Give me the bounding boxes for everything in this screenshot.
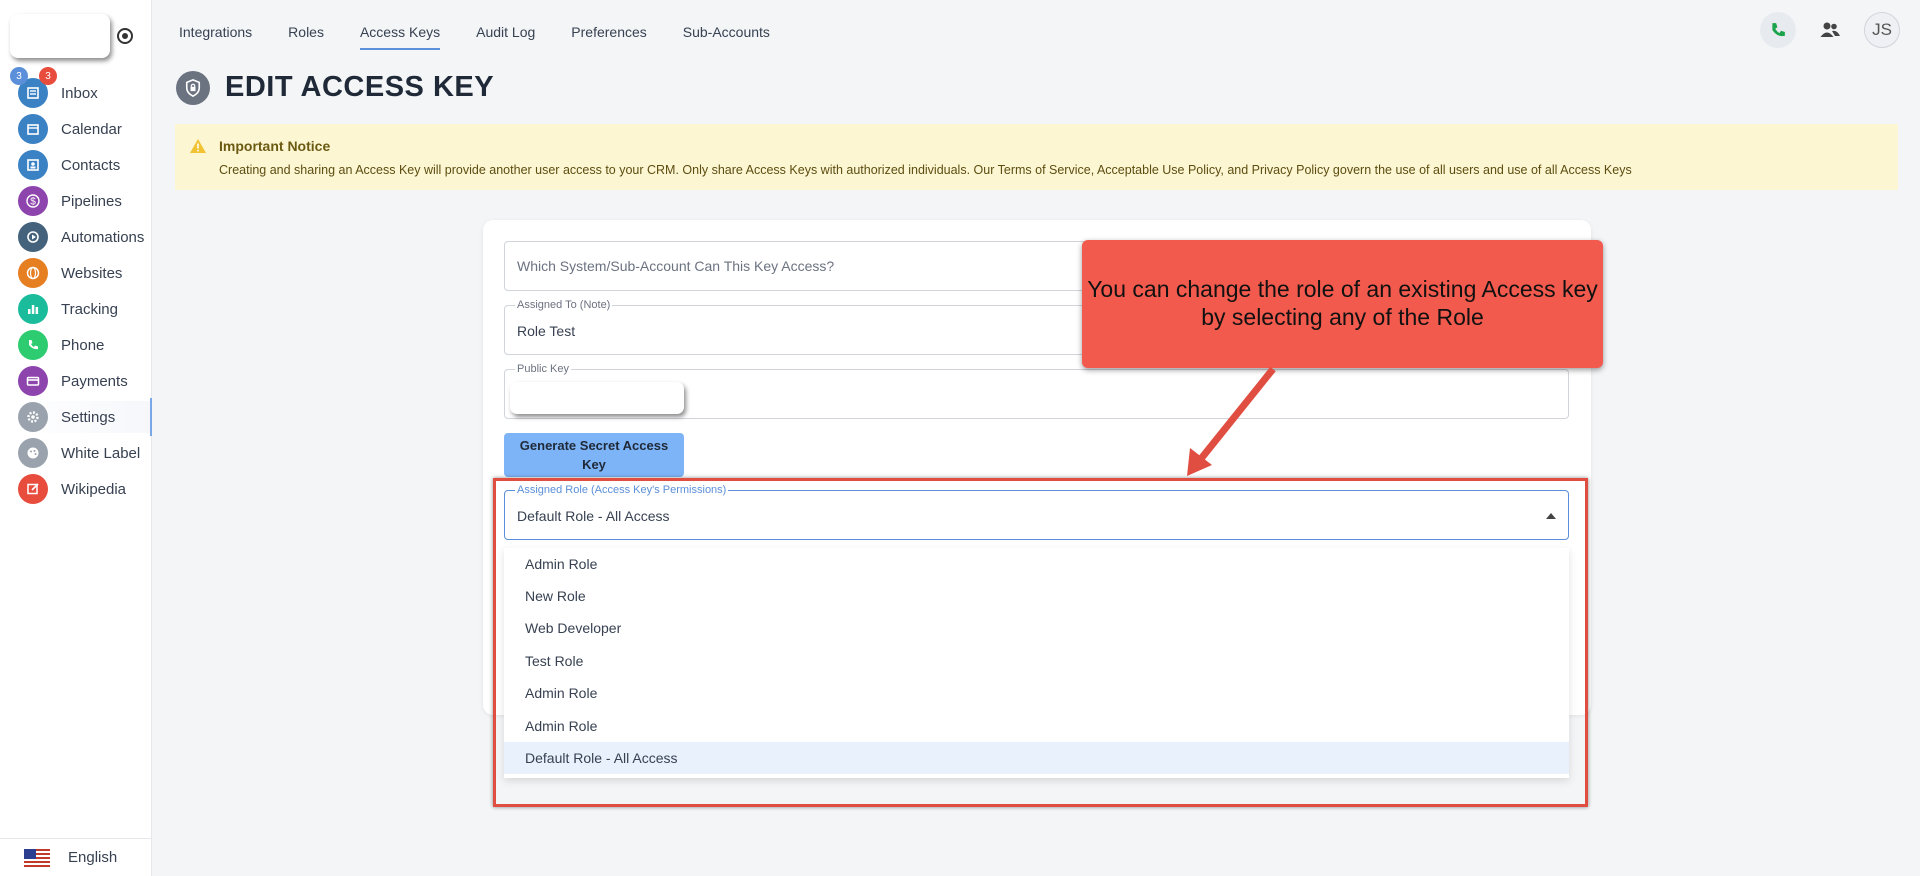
- phone-icon: [1772, 23, 1785, 37]
- sidebar-item-label: Inbox: [61, 84, 98, 102]
- tab-roles[interactable]: Roles: [288, 24, 324, 50]
- sidebar-item-pipelines[interactable]: $ Pipelines: [18, 185, 152, 217]
- svg-text:$: $: [30, 197, 36, 208]
- edit-icon: [18, 474, 48, 504]
- palette-icon: [18, 438, 48, 468]
- header-actions: JS: [1760, 12, 1900, 48]
- avatar[interactable]: JS: [1864, 12, 1900, 48]
- sidebar-item-white-label[interactable]: White Label: [18, 437, 152, 469]
- assigned-to-label: Assigned To (Note): [515, 299, 613, 311]
- inbox-icon: 3 3: [10, 67, 57, 108]
- tab-audit-log[interactable]: Audit Log: [476, 24, 535, 50]
- sidebar-item-tracking[interactable]: Tracking: [18, 293, 152, 325]
- phone-icon: [18, 330, 48, 360]
- calendar-icon: [18, 114, 48, 144]
- tracking-icon: [18, 294, 48, 324]
- sidebar-item-label: Pipelines: [61, 192, 122, 210]
- sidebar-item-phone[interactable]: Phone: [18, 329, 152, 361]
- sidebar-item-label: Contacts: [61, 156, 121, 174]
- gear-icon: [18, 402, 48, 432]
- assigned-to-value: Role Test: [517, 323, 576, 339]
- sidebar-item-automations[interactable]: Automations: [18, 221, 152, 253]
- contacts-icon: [18, 150, 48, 180]
- team-button[interactable]: [1812, 12, 1848, 48]
- system-account-placeholder: Which System/Sub-Account Can This Key Ac…: [517, 258, 835, 274]
- payments-icon: [18, 366, 48, 396]
- tab-integrations[interactable]: Integrations: [179, 24, 252, 50]
- us-flag-icon: [24, 848, 50, 867]
- sidebar-item-calendar[interactable]: Calendar: [18, 113, 152, 145]
- sidebar-item-websites[interactable]: Websites: [18, 257, 152, 289]
- notice-title: Important Notice: [219, 138, 331, 154]
- sidebar-item-label: Websites: [61, 264, 123, 282]
- annotation-highlight-box: [493, 478, 1588, 807]
- notice-text: Creating and sharing an Access Key will …: [219, 163, 1632, 177]
- public-key-label: Public Key: [515, 363, 571, 375]
- sidebar-item-wikipedia[interactable]: Wikipedia: [18, 473, 152, 505]
- settings-tabs: Integrations Roles Access Keys Audit Log…: [179, 24, 806, 50]
- key-shield-icon: [176, 71, 210, 105]
- annotation-callout: You can change the role of an existing A…: [1082, 240, 1603, 368]
- sidebar-item-label: Settings: [61, 408, 116, 426]
- sidebar-item-settings[interactable]: Settings: [18, 398, 152, 436]
- collapse-toggle-icon[interactable]: [117, 28, 133, 44]
- sidebar-item-inbox[interactable]: 3 3 Inbox: [10, 67, 152, 109]
- warning-icon: [190, 139, 206, 153]
- sidebar-item-payments[interactable]: Payments: [18, 365, 152, 397]
- inbox-badge-blue: 3: [10, 67, 28, 85]
- sidebar-item-label: Wikipedia: [61, 480, 127, 498]
- sidebar-item-label: Tracking: [61, 300, 118, 318]
- public-key-field[interactable]: Public Key: [504, 363, 1569, 419]
- public-key-value: [510, 382, 684, 414]
- users-icon: [1820, 22, 1840, 37]
- tab-preferences[interactable]: Preferences: [571, 24, 646, 50]
- sidebar-item-label: White Label: [61, 444, 141, 462]
- websites-icon: [18, 258, 48, 288]
- logo: [10, 14, 110, 58]
- important-notice: Important Notice Creating and sharing an…: [175, 124, 1898, 190]
- sidebar: 3 3 Inbox Calendar Contacts $ Pipelines …: [0, 0, 152, 876]
- tab-access-keys[interactable]: Access Keys: [359, 24, 441, 50]
- tab-sub-accounts[interactable]: Sub-Accounts: [683, 24, 770, 50]
- generate-secret-key-button[interactable]: Generate Secret Access Key: [504, 433, 684, 477]
- automation-icon: [18, 222, 48, 252]
- sidebar-item-contacts[interactable]: Contacts: [18, 149, 152, 181]
- language-selector[interactable]: English: [0, 838, 152, 876]
- sidebar-item-label: Payments: [61, 372, 128, 390]
- page-title: EDIT ACCESS KEY: [225, 71, 495, 103]
- phone-call-button[interactable]: [1760, 12, 1796, 48]
- language-label: English: [68, 849, 118, 866]
- sidebar-item-label: Automations: [61, 228, 145, 246]
- sidebar-item-label: Phone: [61, 336, 105, 354]
- sidebar-item-label: Calendar: [61, 120, 122, 138]
- dollar-icon: $: [18, 186, 48, 216]
- inbox-badge-red: 3: [39, 67, 57, 85]
